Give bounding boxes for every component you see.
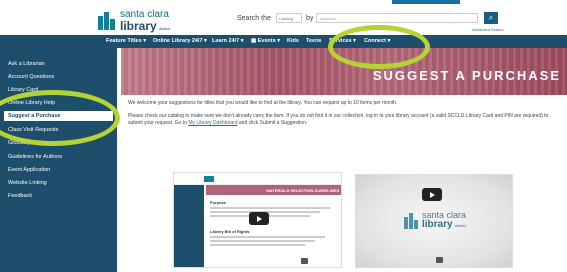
nav-kids[interactable]: Kids [287, 38, 299, 44]
advanced-search-link[interactable]: Advanced Search [472, 27, 504, 32]
instructions-paragraph: Please check our catalog to make sure we… [128, 113, 558, 127]
page-title: SUGGEST A PURCHASE [372, 68, 561, 83]
search-icon: ⌕ [488, 13, 494, 22]
main-nav: Feature Titles ▾ Online Library 24/7 ▾ L… [0, 35, 567, 48]
nav-online-library[interactable]: Online Library 24/7 ▾ [153, 38, 207, 44]
library-logo-icon [98, 12, 116, 30]
video1-text-line [210, 240, 315, 242]
sidebar-item-guidelines-for-authors[interactable]: Guidelines for Authors [8, 154, 62, 160]
sidebar: Ask a Librarian Account Questions Librar… [0, 48, 117, 272]
logo-line2: library [120, 19, 157, 33]
video-embed-2[interactable]: santa clara library district [355, 174, 513, 268]
video2-logo: santa clara library district [404, 211, 466, 230]
nav-learn[interactable]: Learn 24/7 ▾ [212, 38, 244, 44]
play-icon[interactable] [249, 212, 269, 225]
play-icon[interactable] [422, 188, 442, 201]
youtube-icon[interactable] [436, 257, 443, 263]
video1-heading: Purpose [210, 200, 227, 205]
search-label: Search the [237, 15, 271, 22]
instructions-text-end: and click Submit a Suggestion. [237, 120, 308, 126]
site-header: santa clara library district Search the C… [0, 0, 567, 35]
search-button[interactable]: ⌕ [484, 12, 498, 24]
sidebar-item-account-questions[interactable]: Account Questions [8, 74, 54, 80]
nav-teens[interactable]: Teens [306, 38, 322, 44]
video1-text-line [210, 244, 305, 246]
video1-sidebar [174, 185, 204, 267]
nav-events[interactable]: ▦ Events ▾ [251, 38, 280, 44]
nav-feature-titles[interactable]: Feature Titles ▾ [106, 38, 146, 44]
search-scope-select[interactable]: Catalog [276, 13, 302, 23]
video-embed-1[interactable]: MATERIALS SELECTION GUIDELINES Purpose L… [173, 172, 342, 268]
search-input[interactable]: Keyword [316, 13, 478, 23]
logo-district: district [158, 26, 171, 31]
intro-paragraph: We welcome your suggestions for titles t… [128, 100, 398, 106]
youtube-icon[interactable] [301, 258, 308, 264]
video1-site-header [174, 173, 341, 185]
top-utility-strip [392, 0, 460, 4]
video2-logo-line2: library [422, 219, 453, 230]
sidebar-item-website-linking[interactable]: Website Linking [8, 180, 47, 186]
video1-logo-icon [204, 176, 214, 182]
sidebar-item-ask-a-librarian[interactable]: Ask a Librarian [8, 61, 45, 67]
video1-banner-text: MATERIALS SELECTION GUIDELINES [266, 188, 339, 193]
highlight-circle-connect [328, 25, 430, 69]
video1-text-line [210, 236, 325, 238]
video1-text-line [210, 207, 330, 209]
my-library-dashboard-link[interactable]: My Library Dashboard [188, 120, 237, 126]
video1-subheading: Library Bill of Rights [210, 229, 250, 234]
video1-banner: MATERIALS SELECTION GUIDELINES [206, 185, 341, 195]
sidebar-item-feedback[interactable]: Feedback [8, 193, 32, 199]
video2-logo-district: district [454, 223, 467, 228]
sidebar-item-event-application[interactable]: Event Application [8, 167, 50, 173]
by-label: by [306, 15, 314, 22]
site-logo[interactable]: santa clara library district [98, 10, 170, 32]
library-logo-icon [404, 212, 418, 229]
